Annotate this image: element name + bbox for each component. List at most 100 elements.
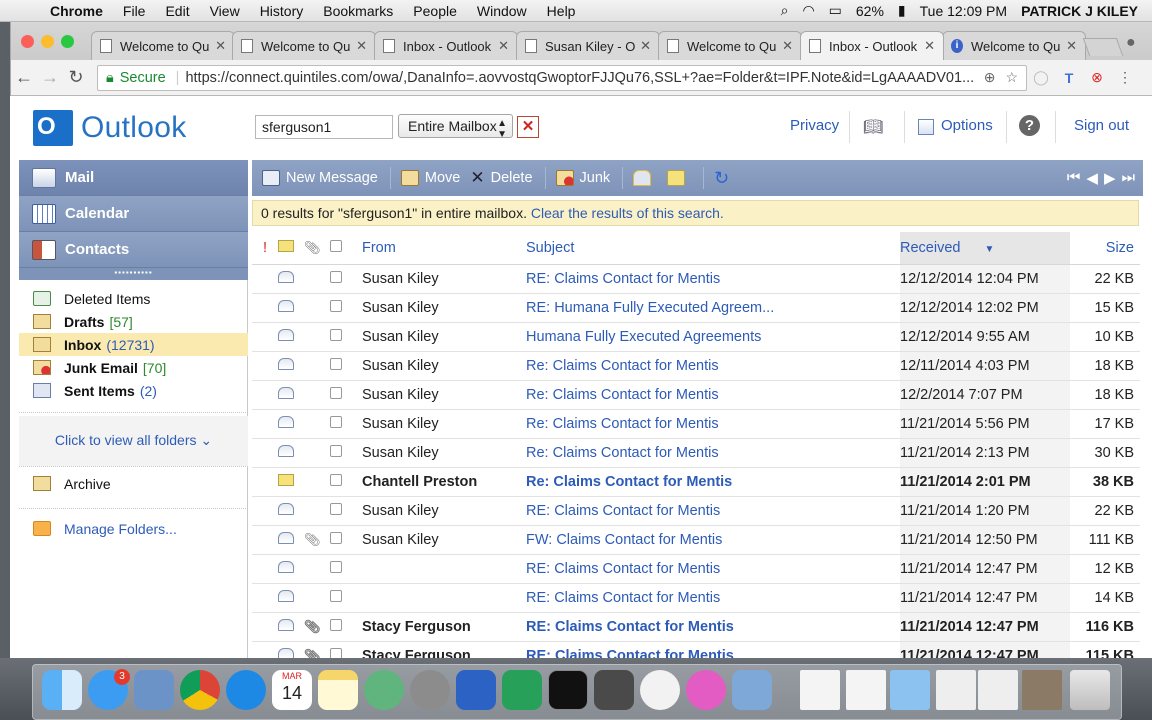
menu-help[interactable]: Help <box>537 3 586 19</box>
forward-arrow-icon[interactable]: → <box>37 67 63 88</box>
menu-file[interactable]: File <box>113 3 156 19</box>
close-tab-icon[interactable]: ✕ <box>356 38 367 54</box>
close-tab-icon[interactable]: ✕ <box>498 38 509 54</box>
row-checkbox[interactable] <box>330 647 342 658</box>
minimize-window-button[interactable] <box>41 35 54 48</box>
clear-search-button[interactable]: ✕ <box>517 116 539 138</box>
menu-history[interactable]: History <box>250 3 314 19</box>
folder-deleted-items[interactable]: Deleted Items <box>19 287 248 310</box>
extension-block-icon[interactable]: ⊗ <box>1083 69 1111 86</box>
menu-app-name[interactable]: Chrome <box>40 3 113 19</box>
preview-icon[interactable] <box>732 670 772 710</box>
message-row[interactable]: Susan Kiley Re: Claims Contact for Mentis… <box>252 409 1140 439</box>
subject-cell[interactable]: Re: Claims Contact for Mentis <box>526 409 900 439</box>
first-page-icon[interactable]: ⏮︎ <box>1067 169 1081 187</box>
importance-column-header[interactable]: ! <box>252 232 278 265</box>
subject-cell[interactable]: RE: Claims Contact for Mentis <box>526 612 900 642</box>
junk-button[interactable]: Junk <box>555 170 610 186</box>
subject-cell[interactable]: RE: Claims Contact for Mentis <box>526 496 900 526</box>
notes-icon[interactable] <box>318 670 358 710</box>
row-checkbox[interactable] <box>330 473 342 486</box>
next-page-icon[interactable]: ▶︎ <box>1104 169 1116 187</box>
atom-icon[interactable] <box>364 670 404 710</box>
subject-cell[interactable]: Humana Fully Executed Agreements <box>526 322 900 352</box>
finder-icon[interactable] <box>42 670 82 710</box>
tab-3[interactable]: Inbox - Outlook ✕ <box>374 31 518 60</box>
menu-bookmarks[interactable]: Bookmarks <box>313 3 403 19</box>
pdf-document-icon[interactable] <box>846 670 886 710</box>
row-checkbox[interactable] <box>330 270 342 283</box>
battery-icon[interactable]: ▮ <box>898 2 906 19</box>
spotlight-icon[interactable]: ⌕ <box>781 2 789 19</box>
row-checkbox[interactable] <box>330 589 342 602</box>
tab-4[interactable]: Susan Kiley - O ✕ <box>516 31 660 60</box>
message-row[interactable]: Susan Kiley RE: Claims Contact for Mentis… <box>252 496 1140 526</box>
nav-contacts-button[interactable]: Contacts <box>19 232 248 268</box>
subject-cell[interactable]: RE: Claims Contact for Mentis <box>526 583 900 613</box>
subject-cell[interactable]: Re: Claims Contact for Mentis <box>526 380 900 410</box>
select-all-checkbox[interactable] <box>330 239 342 252</box>
subject-cell[interactable]: Re: Claims Contact for Mentis <box>526 467 900 497</box>
menubar-user[interactable]: PATRICK J KILEY <box>1021 3 1138 19</box>
message-row[interactable]: Susan Kiley RE: Humana Fully Executed Agr… <box>252 293 1140 323</box>
message-row[interactable]: Susan Kiley Re: Claims Contact for Mentis… <box>252 438 1140 468</box>
tab-7[interactable]: i Welcome to Qu ✕ <box>942 31 1086 60</box>
wifi-icon[interactable]: ◠ <box>802 2 814 19</box>
document-stack-icon[interactable] <box>936 670 976 710</box>
tab-5[interactable]: Welcome to Qu ✕ <box>658 31 802 60</box>
tab-2[interactable]: Welcome to Qu ✕ <box>232 31 376 60</box>
close-tab-icon[interactable]: ✕ <box>215 38 226 54</box>
menu-people[interactable]: People <box>403 3 467 19</box>
folder-drafts[interactable]: Drafts [57] <box>19 310 248 333</box>
subject-cell[interactable]: FW: Claims Contact for Mentis <box>526 525 900 555</box>
message-row[interactable]: Susan Kiley Humana Fully Executed Agreeme… <box>252 322 1140 352</box>
subject-cell[interactable]: RE: Claims Contact for Mentis <box>526 554 900 584</box>
size-column-header[interactable]: Size <box>1070 232 1140 265</box>
previous-page-icon[interactable]: ◀︎ <box>1086 169 1098 187</box>
chrome-menu-icon[interactable]: ⋮ <box>1111 69 1139 86</box>
tab-1[interactable]: Welcome to Qu ✕ <box>91 31 235 60</box>
clear-results-link[interactable]: Clear the results of this search. <box>531 205 724 221</box>
terminal-icon[interactable] <box>548 670 588 710</box>
privacy-link[interactable]: Privacy <box>790 117 839 134</box>
word-icon[interactable] <box>456 670 496 710</box>
message-row[interactable]: Susan Kiley Re: Claims Contact for Mentis… <box>252 380 1140 410</box>
select-all-column-header[interactable] <box>330 232 362 265</box>
move-button[interactable]: Move <box>400 170 460 186</box>
mail-app-icon[interactable] <box>134 670 174 710</box>
safari-icon[interactable] <box>226 670 266 710</box>
menu-window[interactable]: Window <box>467 3 537 19</box>
delete-button[interactable]: ✕ Delete <box>470 168 532 188</box>
signout-link[interactable]: Sign out <box>1074 117 1129 134</box>
chrome-icon[interactable] <box>180 670 220 710</box>
address-book-icon[interactable]: 📖︎ <box>863 117 883 137</box>
last-page-icon[interactable]: ⏭︎ <box>1121 169 1135 187</box>
close-tab-icon[interactable]: ✕ <box>782 38 793 54</box>
close-tab-icon[interactable]: ✕ <box>1066 38 1077 54</box>
menu-edit[interactable]: Edit <box>155 3 199 19</box>
message-row[interactable]: Chantell Preston Re: Claims Contact for M… <box>252 467 1140 497</box>
search-scope-select[interactable]: Entire Mailbox ▲ ▼ <box>398 114 513 140</box>
message-row[interactable]: Susan Kiley RE: Claims Contact for Mentis… <box>252 264 1140 294</box>
folder-icon[interactable] <box>890 670 930 710</box>
from-column-header[interactable]: From <box>362 232 526 265</box>
nav-mail-button[interactable]: Mail <box>19 160 248 196</box>
search-input[interactable]: sferguson1 <box>255 115 393 139</box>
xml-document-icon[interactable] <box>800 670 840 710</box>
new-tab-button[interactable] <box>1082 38 1124 56</box>
manage-folders-link[interactable]: Manage Folders... <box>19 517 248 540</box>
subject-column-header[interactable]: Subject <box>526 232 900 265</box>
message-row[interactable]: RE: Claims Contact for Mentis 11/21/2014 … <box>252 583 1140 613</box>
folder-inbox[interactable]: Inbox (12731) <box>19 333 248 356</box>
address-bar[interactable]: 🔒︎ Secure | https://connect.quintiles.co… <box>97 64 1027 91</box>
calendar-app-icon[interactable]: MAR 14 <box>272 670 312 710</box>
check-messages-button[interactable]: ↻ <box>714 168 729 189</box>
bookmark-star-icon[interactable]: ☆ <box>1005 69 1018 86</box>
subject-cell[interactable]: RE: Humana Fully Executed Agreem... <box>526 293 900 323</box>
message-row[interactable]: 📎︎ Susan Kiley FW: Claims Contact for Ment… <box>252 525 1140 555</box>
zoom-window-button[interactable] <box>61 35 74 48</box>
reload-icon[interactable]: ↻ <box>63 67 89 88</box>
subject-cell[interactable]: Re: Claims Contact for Mentis <box>526 351 900 381</box>
message-row[interactable]: RE: Claims Contact for Mentis 11/21/2014 … <box>252 554 1140 584</box>
menu-view[interactable]: View <box>200 3 250 19</box>
